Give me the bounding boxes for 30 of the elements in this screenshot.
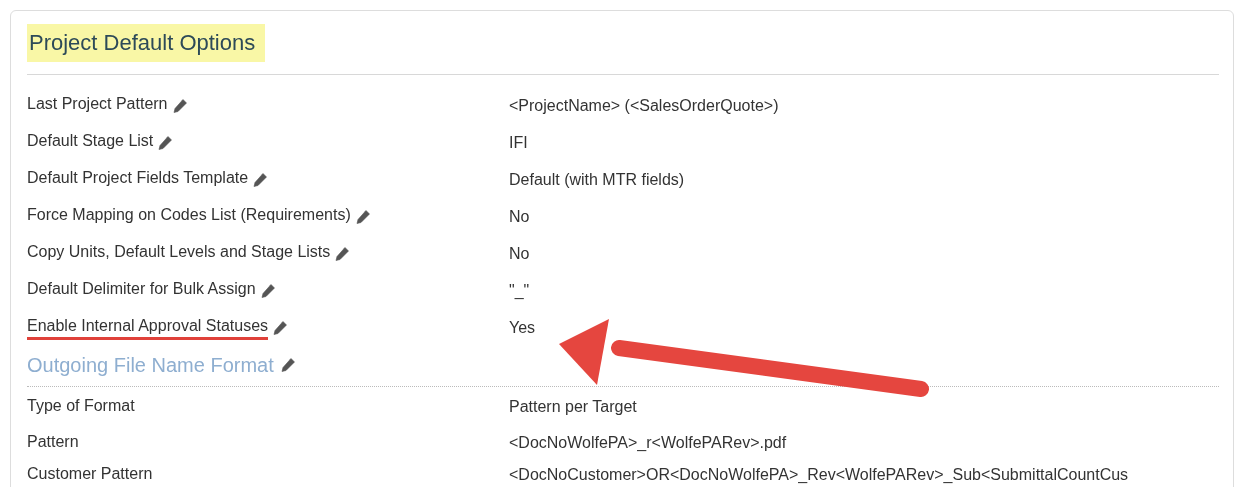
pencil-icon[interactable] [252, 171, 269, 188]
pencil-icon[interactable] [272, 319, 289, 336]
option-value: <DocNoCustomer>OR<DocNoWolfePA>_Rev<WolfePARev>_Sub<SubmittalCountCus [509, 466, 1130, 484]
option-value: Pattern per Target [509, 398, 638, 416]
option-label: Customer Pattern [27, 463, 153, 484]
pencil-icon[interactable] [157, 134, 174, 151]
pencil-icon[interactable] [354, 208, 371, 225]
option-label: Type of Format [27, 395, 135, 416]
panel-title: Project Default Options [27, 24, 266, 62]
option-label: Last Project Pattern [27, 94, 168, 114]
option-value: Yes [509, 318, 537, 337]
option-label: Copy Units, Default Levels and Stage Lists [27, 242, 331, 262]
option-value: No [509, 207, 531, 226]
option-label: Default Project Fields Template [27, 168, 249, 188]
section-title: Outgoing File Name Format [27, 353, 274, 377]
pencil-icon[interactable] [171, 97, 188, 114]
option-value: <ProjectName> (<SalesOrderQuote>) [509, 96, 780, 115]
option-label: Force Mapping on Codes List (Requirements) [27, 205, 351, 225]
option-label: Enable Internal Approval Statuses [27, 315, 269, 340]
option-value: No [509, 244, 531, 263]
option-label: Pattern [27, 431, 79, 452]
option-value: IFI [509, 133, 529, 152]
option-value: <DocNoWolfePA>_r<WolfePARev>.pdf [509, 434, 788, 452]
option-label: Default Delimiter for Bulk Assign [27, 279, 256, 299]
option-value: "_" [509, 281, 531, 300]
option-value: Default (with MTR fields) [509, 170, 686, 189]
pencil-icon[interactable] [334, 245, 351, 262]
pencil-icon[interactable] [259, 282, 276, 299]
option-label: Default Stage List [27, 131, 154, 151]
pencil-icon[interactable] [279, 357, 296, 373]
